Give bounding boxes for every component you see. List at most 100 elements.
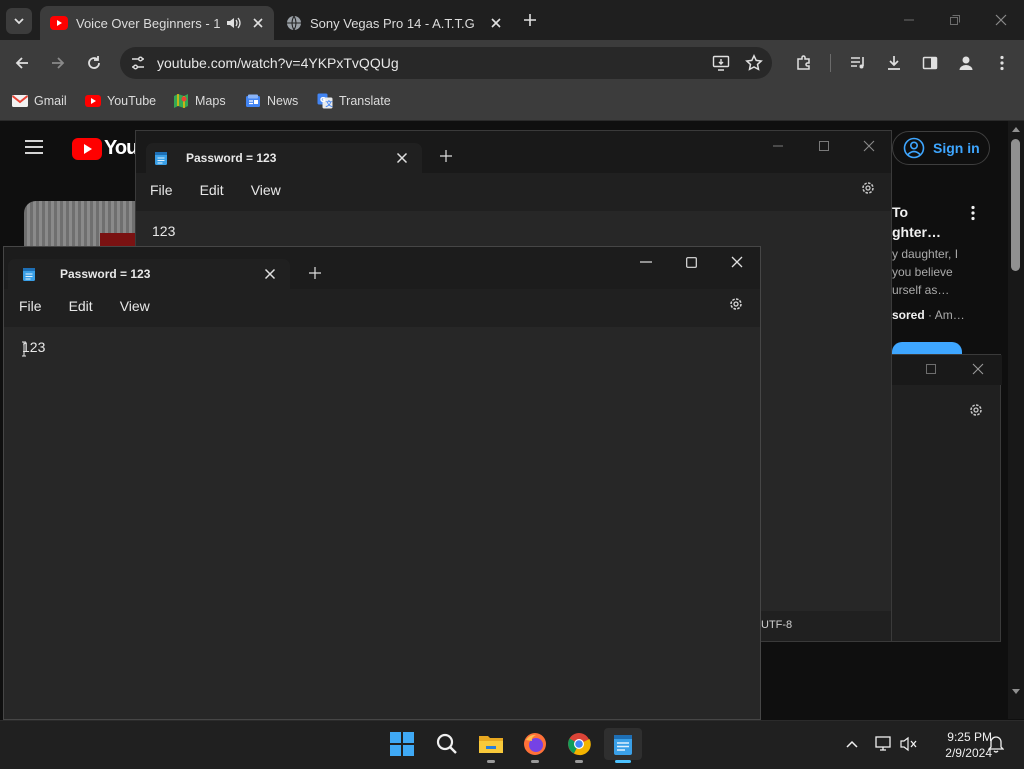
globe-icon: [287, 15, 301, 31]
ad-title[interactable]: To ghter…: [892, 202, 941, 242]
notepad-text-area[interactable]: 123: [4, 327, 760, 719]
menu-view[interactable]: View: [120, 298, 150, 314]
volume-button[interactable]: [899, 734, 919, 754]
menu-edit[interactable]: Edit: [200, 182, 224, 198]
close-browser-button[interactable]: [988, 8, 1014, 32]
new-tab-button[interactable]: [518, 8, 542, 32]
close-tab-icon[interactable]: [490, 17, 502, 29]
star-icon[interactable]: [745, 54, 763, 72]
restore-browser-button[interactable]: [942, 8, 968, 32]
network-status-button[interactable]: [874, 734, 894, 754]
new-tab-button[interactable]: [309, 266, 325, 282]
install-app-icon[interactable]: [712, 54, 730, 72]
minimize-icon: [640, 261, 652, 263]
minimize-button[interactable]: [758, 132, 798, 160]
bookmark-youtube[interactable]: YouTube: [85, 92, 156, 110]
start-button[interactable]: [386, 728, 418, 760]
browser-tab[interactable]: Sony Vegas Pro 14 - A.T.T.G: [276, 6, 512, 40]
bookmark-maps[interactable]: Maps: [173, 92, 226, 110]
arrow-left-icon: [15, 57, 28, 69]
new-tab-button[interactable]: [440, 149, 456, 165]
browser-tab-active[interactable]: Voice Over Beginners - 10 S: [40, 6, 274, 40]
ad-sponsor-line: sored · Am…: [892, 308, 965, 322]
close-tab-icon[interactable]: [264, 268, 276, 280]
minimize-browser-button[interactable]: [896, 8, 922, 32]
notepad-tab[interactable]: Password = 123: [8, 259, 290, 289]
notepad-taskbar-button[interactable]: [604, 728, 642, 760]
plus-icon: [440, 150, 452, 162]
maximize-button[interactable]: [671, 248, 711, 276]
bookmark-gmail[interactable]: Gmail: [12, 92, 67, 110]
speaker-icon[interactable]: [226, 16, 242, 30]
bookmark-news[interactable]: News: [245, 92, 298, 110]
windows-taskbar: [0, 720, 1024, 769]
chevron-up-icon: [846, 740, 858, 748]
more-vertical-icon: [1000, 55, 1004, 71]
media-controls-button[interactable]: [846, 51, 870, 75]
settings-button[interactable]: [860, 180, 878, 198]
taskbar-running-indicator: [487, 760, 495, 763]
download-icon: [888, 56, 900, 70]
site-info-icon[interactable]: [130, 55, 146, 71]
maximize-icon: [926, 364, 936, 374]
reload-button[interactable]: [82, 51, 106, 75]
tab-title: Sony Vegas Pro 14 - A.T.T.G: [310, 15, 475, 31]
scrollbar-thumb[interactable]: [1011, 139, 1020, 271]
notepad-content: 123: [152, 223, 176, 239]
side-panel-button[interactable]: [918, 51, 942, 75]
downloads-button[interactable]: [882, 51, 906, 75]
tab-title: Voice Over Beginners - 10 S: [76, 15, 220, 31]
page-scrollbar[interactable]: [1008, 121, 1024, 719]
volume-muted-icon: [900, 736, 917, 752]
encoding-status: UTF-8: [761, 619, 793, 631]
minimize-button[interactable]: [626, 248, 666, 276]
restore-icon: [950, 15, 960, 25]
guide-menu-button[interactable]: [24, 139, 48, 159]
gear-icon: [970, 404, 982, 416]
notepad-icon: [614, 735, 632, 755]
folder-icon: [479, 736, 503, 753]
address-bar[interactable]: youtube.com/watch?v=4YKPxTvQQUg: [120, 47, 772, 79]
gear-icon: [730, 298, 742, 310]
close-button[interactable]: [958, 355, 998, 383]
close-button[interactable]: [849, 132, 889, 160]
back-button[interactable]: [10, 51, 34, 75]
maximize-button[interactable]: [804, 132, 844, 160]
scroll-up-icon[interactable]: [1012, 126, 1020, 132]
forward-button[interactable]: [46, 51, 70, 75]
account-icon: [903, 137, 925, 159]
close-icon: [863, 140, 875, 152]
maximize-button[interactable]: [911, 355, 951, 383]
scroll-down-icon[interactable]: [1012, 689, 1020, 695]
advertiser-name: Am…: [934, 308, 965, 322]
search-button[interactable]: [431, 728, 463, 760]
sign-in-button[interactable]: Sign in: [892, 131, 990, 165]
notepad-menu-bar: File Edit View: [136, 173, 891, 207]
menu-view[interactable]: View: [251, 182, 281, 198]
close-tab-icon[interactable]: [396, 152, 408, 164]
menu-edit[interactable]: Edit: [69, 298, 93, 314]
firefox-button[interactable]: [519, 728, 551, 760]
chrome-button[interactable]: [563, 728, 595, 760]
notepad-tab-title: Password = 123: [186, 151, 277, 165]
notifications-button[interactable]: [986, 734, 1006, 754]
clock[interactable]: 9:25 PM 2/9/2024: [922, 729, 992, 761]
tab-search-button[interactable]: [6, 8, 32, 34]
settings-button[interactable]: [968, 402, 986, 420]
bookmark-label: Gmail: [34, 94, 67, 108]
ad-menu-button[interactable]: [970, 205, 982, 221]
show-hidden-icons-button[interactable]: [842, 734, 862, 754]
close-button[interactable]: [717, 248, 757, 276]
notepad-tab[interactable]: Password = 123: [146, 143, 422, 173]
menu-file[interactable]: File: [150, 182, 173, 198]
menu-file[interactable]: File: [19, 298, 42, 314]
settings-button[interactable]: [728, 296, 746, 314]
profile-button[interactable]: [954, 51, 978, 75]
ad-desc-line: urself as…: [892, 283, 950, 297]
bookmark-translate[interactable]: G文 Translate: [317, 92, 391, 110]
extensions-button[interactable]: [792, 51, 816, 75]
close-tab-icon[interactable]: [252, 17, 264, 29]
browser-menu-button[interactable]: [990, 51, 1014, 75]
file-explorer-button[interactable]: [475, 728, 507, 760]
translate-icon: G文: [317, 93, 333, 109]
